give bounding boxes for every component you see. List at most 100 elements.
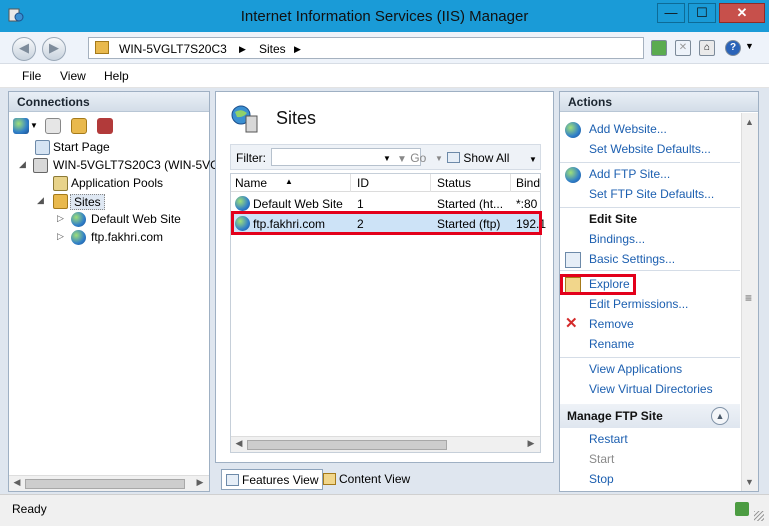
list-header: Name ▲ ID Status Bind <box>231 174 540 192</box>
address-folder-icon <box>95 41 109 54</box>
collapse-icon[interactable]: ◢ <box>37 195 44 206</box>
scroll-right-icon[interactable]: ▶ <box>524 438 538 449</box>
action-add-website[interactable]: Add Website... <box>589 122 667 136</box>
forward-button[interactable]: ▶ <box>42 37 66 61</box>
connection-status-icon <box>735 502 749 516</box>
content-view-tab[interactable]: Content View <box>319 469 414 490</box>
address-segment-server[interactable]: WIN-5VGLT7S20C3 <box>119 42 227 56</box>
scroll-left-icon[interactable]: ◀ <box>10 477 24 488</box>
action-set-website-defaults[interactable]: Set Website Defaults... <box>589 142 711 156</box>
connections-horizontal-scrollbar[interactable]: ◀ ▶ <box>9 475 209 491</box>
action-view-applications[interactable]: View Applications <box>589 362 682 376</box>
back-button[interactable]: ◀ <box>12 37 36 61</box>
connections-toolbar: ▼ <box>9 113 209 139</box>
up-folder-icon[interactable] <box>71 118 87 134</box>
connect-icon[interactable] <box>13 118 29 134</box>
scroll-left-icon[interactable]: ◀ <box>232 438 246 449</box>
disconnect-icon[interactable] <box>97 118 113 134</box>
action-remove[interactable]: Remove <box>589 317 634 331</box>
stop-icon[interactable]: ✕ <box>675 40 691 56</box>
help-icon[interactable]: ? <box>725 40 741 56</box>
action-stop[interactable]: Stop <box>589 472 614 486</box>
go-button[interactable]: ▼ Go <box>397 151 426 165</box>
manage-ftp-header: Manage FTP Site <box>567 409 663 423</box>
scroll-down-icon[interactable]: ▼ <box>745 477 754 487</box>
sort-ascending-icon: ▲ <box>285 177 293 186</box>
view-switcher: Features View Content View <box>215 467 554 491</box>
app-pools-icon <box>53 176 68 191</box>
address-segment-sites[interactable]: Sites <box>259 42 286 56</box>
scroll-right-icon[interactable]: ▶ <box>193 477 207 488</box>
menu-bar: File View Help <box>0 64 769 88</box>
selected-row-highlight <box>231 211 542 235</box>
action-edit-permissions[interactable]: Edit Permissions... <box>589 297 688 311</box>
features-view-tab[interactable]: Features View <box>221 469 324 490</box>
action-start: Start <box>589 452 615 466</box>
actions-pane: Actions Add Website... Set Website Defau… <box>559 91 759 492</box>
action-restart[interactable]: Restart <box>589 432 628 446</box>
column-id[interactable]: ID <box>357 176 369 190</box>
resize-grip-icon[interactable] <box>754 511 764 521</box>
action-bindings[interactable]: Bindings... <box>589 232 645 246</box>
action-add-ftp-site[interactable]: Add FTP Site... <box>589 167 670 181</box>
action-rename[interactable]: Rename <box>589 337 634 351</box>
scrollbar-grip-icon[interactable]: ≡ <box>745 291 752 305</box>
action-basic-settings[interactable]: Basic Settings... <box>589 252 675 266</box>
remove-icon: ✕ <box>565 315 578 332</box>
content-view-icon <box>323 473 336 485</box>
add-website-icon <box>565 122 581 138</box>
scroll-up-icon[interactable]: ▲ <box>745 117 754 127</box>
home-icon[interactable]: ⌂ <box>699 40 715 56</box>
address-bar[interactable]: WIN-5VGLT7S20C3 ▶ Sites ▶ <box>88 37 644 59</box>
filter-label: Filter: <box>236 151 266 165</box>
menu-view[interactable]: View <box>60 69 86 83</box>
filter-dropdown-icon[interactable]: ▼ <box>383 154 391 163</box>
start-page-icon <box>35 140 50 155</box>
sites-folder-icon <box>53 194 68 209</box>
sites-pane: Sites Filter: ▼ ▼ Go ▼ Show All ▼ Name ▲… <box>215 91 554 463</box>
actions-header: Actions <box>560 92 758 112</box>
action-view-virtual-directories[interactable]: View Virtual Directories <box>589 382 713 396</box>
sites-list: Name ▲ ID Status Bind Default Web Site 1… <box>230 173 546 453</box>
globe-icon <box>71 212 86 227</box>
list-horizontal-scrollbar[interactable]: ◀ ▶ <box>231 436 540 452</box>
server-icon <box>33 158 48 173</box>
column-binding[interactable]: Bind <box>516 176 540 190</box>
toolbar-overflow-icon[interactable]: ▼ <box>529 155 537 164</box>
column-name[interactable]: Name <box>235 176 267 190</box>
status-text: Ready <box>12 502 47 516</box>
connect-dropdown-icon[interactable]: ▼ <box>30 121 38 130</box>
connections-pane: Connections ▼ Start Page ◢ WIN-5VGLT7S20… <box>8 91 219 492</box>
refresh-icon[interactable] <box>651 40 667 56</box>
close-button[interactable]: ✕ <box>719 3 765 23</box>
address-separator-icon: ▶ <box>294 44 301 54</box>
window-title: Internet Information Services (IIS) Mana… <box>240 8 529 25</box>
column-status[interactable]: Status <box>437 176 471 190</box>
globe-icon <box>235 196 250 211</box>
page-title: Sites <box>276 108 317 128</box>
menu-file[interactable]: File <box>22 69 41 83</box>
navigation-bar: ◀ ▶ WIN-5VGLT7S20C3 ▶ Sites ▶ ✕ ⌂ ? ▼ <box>0 32 769 64</box>
go-dropdown-icon[interactable]: ▼ <box>435 154 443 163</box>
scrollbar-thumb[interactable] <box>247 440 447 450</box>
funnel-icon: ▼ <box>397 154 407 165</box>
expand-icon[interactable]: ▷ <box>57 231 64 242</box>
menu-help[interactable]: Help <box>104 69 129 83</box>
collapse-section-icon[interactable]: ▲ <box>711 407 729 425</box>
collapse-icon[interactable]: ◢ <box>19 159 26 170</box>
action-set-ftp-defaults[interactable]: Set FTP Site Defaults... <box>589 187 714 201</box>
expand-icon[interactable]: ▷ <box>57 213 64 224</box>
maximize-button[interactable]: ☐ <box>688 3 716 23</box>
filter-bar: Filter: ▼ ▼ Go ▼ Show All ▼ <box>230 144 541 170</box>
show-all-button[interactable]: Show All <box>447 151 509 165</box>
sites-icon <box>231 105 258 133</box>
address-separator-icon: ▶ <box>239 44 246 54</box>
minimize-button[interactable]: — <box>657 3 685 23</box>
help-dropdown-icon[interactable]: ▼ <box>745 41 754 51</box>
edit-site-header: Edit Site <box>589 212 638 226</box>
explore-highlight <box>560 274 636 295</box>
actions-vertical-scrollbar[interactable]: ▲ ≡ ▼ <box>741 113 758 491</box>
save-icon[interactable] <box>45 118 61 134</box>
status-bar: Ready <box>0 494 769 526</box>
scrollbar-thumb[interactable] <box>25 479 185 489</box>
